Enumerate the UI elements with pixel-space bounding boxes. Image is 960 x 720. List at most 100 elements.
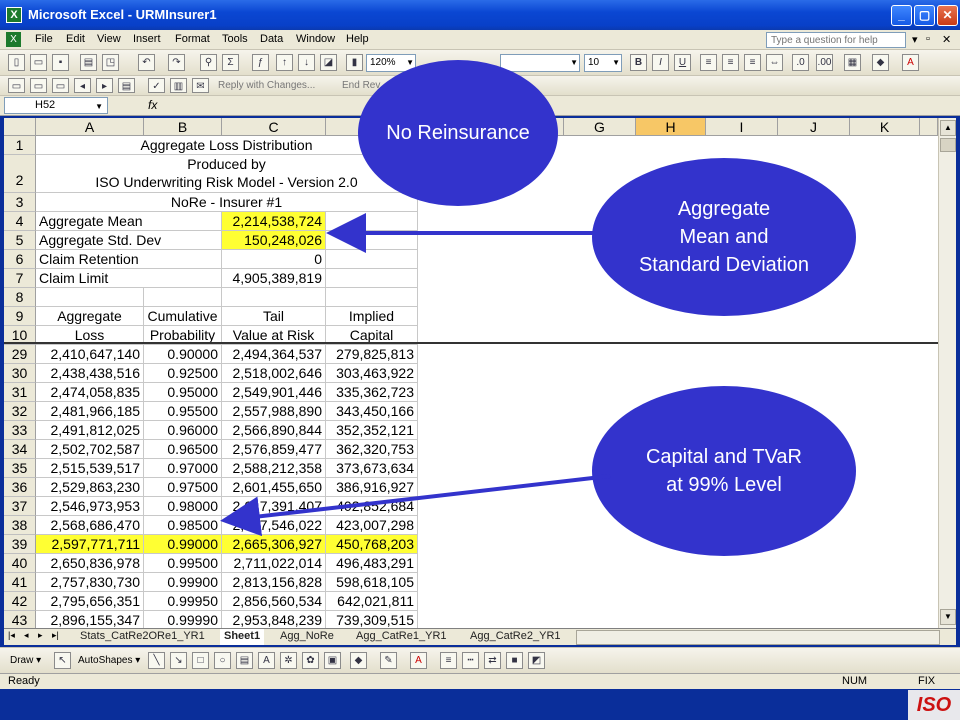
align-center-icon[interactable]: ≡ bbox=[722, 54, 739, 71]
reply-with-changes[interactable]: Reply with Changes... bbox=[218, 80, 315, 91]
implied-capital-cell[interactable]: 373,673,634 bbox=[326, 459, 418, 478]
diagram-icon[interactable]: ✲ bbox=[280, 652, 297, 669]
row-header[interactable]: 38 bbox=[4, 516, 36, 535]
empty-cell[interactable] bbox=[326, 250, 418, 269]
rectangle-icon[interactable]: □ bbox=[192, 652, 209, 669]
column-header[interactable]: A bbox=[36, 118, 144, 136]
cumulative-probability-cell[interactable]: 0.97000 bbox=[144, 459, 222, 478]
cumulative-probability-cell[interactable]: 0.90000 bbox=[144, 345, 222, 364]
previous-comment-icon[interactable]: ◂ bbox=[74, 78, 91, 93]
aggregate-std-dev-value[interactable]: 150,248,026 bbox=[222, 231, 326, 250]
select-all-corner[interactable] bbox=[4, 118, 36, 136]
menu-view[interactable]: View bbox=[97, 33, 121, 45]
row-header[interactable]: 33 bbox=[4, 421, 36, 440]
open-icon[interactable]: ▭ bbox=[30, 54, 47, 71]
row-header[interactable]: 9 bbox=[4, 307, 36, 326]
row-header[interactable]: 31 bbox=[4, 383, 36, 402]
menu-edit[interactable]: Edit bbox=[66, 33, 85, 45]
picture-icon[interactable]: ▣ bbox=[324, 652, 341, 669]
menu-data[interactable]: Data bbox=[260, 33, 283, 45]
cumulative-probability-cell[interactable]: 0.98500 bbox=[144, 516, 222, 535]
drawing-icon[interactable]: ◪ bbox=[320, 54, 337, 71]
implied-capital-cell[interactable]: 739,309,515 bbox=[326, 611, 418, 628]
row-header[interactable]: 8 bbox=[4, 288, 36, 307]
workbook-icon[interactable]: X bbox=[6, 32, 21, 47]
empty-cell[interactable] bbox=[326, 231, 418, 250]
font-size-select[interactable]: 10 ▼ bbox=[584, 54, 622, 72]
row-header[interactable]: 5 bbox=[4, 231, 36, 250]
menu-file[interactable]: File bbox=[35, 33, 53, 45]
claim-limit-label[interactable]: Claim Limit bbox=[36, 269, 222, 288]
tail-value-at-risk-cell[interactable]: 2,588,212,358 bbox=[222, 459, 326, 478]
cumulative-probability-cell[interactable]: 0.99000 bbox=[144, 535, 222, 554]
vertical-scrollbar[interactable]: ▲ ▼ bbox=[938, 118, 956, 628]
wordart-icon[interactable]: A bbox=[258, 652, 275, 669]
new-icon[interactable]: ▯ bbox=[8, 54, 25, 71]
tab-stats-catre2ore1-yr1[interactable]: Stats_CatRe2ORe1_YR1 bbox=[76, 629, 209, 645]
aggregate-loss-cell[interactable]: 2,757,830,730 bbox=[36, 573, 144, 592]
tail-value-at-risk-cell[interactable]: 2,637,546,022 bbox=[222, 516, 326, 535]
next-comment-icon[interactable]: ▸ bbox=[96, 78, 113, 93]
cumulative-probability-cell[interactable]: 0.99950 bbox=[144, 592, 222, 611]
send-icon[interactable]: ✉ bbox=[192, 78, 209, 93]
merge-center-icon[interactable]: ⇔ bbox=[766, 54, 783, 71]
aggregate-loss-cell[interactable]: 2,491,812,025 bbox=[36, 421, 144, 440]
aggregate-loss-cell[interactable]: 2,515,539,517 bbox=[36, 459, 144, 478]
cumulative-probability-cell[interactable]: 0.95500 bbox=[144, 402, 222, 421]
track-changes-icon[interactable]: ▥ bbox=[170, 78, 187, 93]
function-icon[interactable]: fx bbox=[148, 98, 157, 112]
column-header[interactable] bbox=[920, 118, 938, 136]
maximize-button[interactable]: ▢ bbox=[914, 5, 935, 26]
print-preview-icon[interactable]: ◳ bbox=[102, 54, 119, 71]
implied-capital-cell[interactable]: 335,362,723 bbox=[326, 383, 418, 402]
aggregate-loss-cell[interactable]: 2,896,155,347 bbox=[36, 611, 144, 628]
aggregate-loss-cell[interactable]: 2,546,973,953 bbox=[36, 497, 144, 516]
redo-icon[interactable]: ↷ bbox=[168, 54, 185, 71]
row-header[interactable]: 7 bbox=[4, 269, 36, 288]
select-pointer-icon[interactable]: ↖ bbox=[54, 652, 71, 669]
autoshapes-menu[interactable]: AutoShapes ▾ bbox=[78, 655, 140, 666]
implied-capital-cell[interactable]: 642,021,811 bbox=[326, 592, 418, 611]
font-color-icon[interactable]: A bbox=[902, 54, 919, 71]
row-header[interactable]: 34 bbox=[4, 440, 36, 459]
implied-capital-cell[interactable]: 303,463,922 bbox=[326, 364, 418, 383]
row-header[interactable]: 29 bbox=[4, 345, 36, 364]
tail-value-at-risk-cell[interactable]: 2,557,988,890 bbox=[222, 402, 326, 421]
show-comment-icon[interactable]: ▭ bbox=[52, 78, 69, 93]
decrease-decimal-icon[interactable]: .00 bbox=[816, 54, 833, 71]
empty-cell[interactable] bbox=[326, 288, 418, 307]
column-title-cumulative[interactable]: Cumulative bbox=[144, 307, 222, 326]
font-name-select[interactable]: ▼ bbox=[500, 54, 580, 72]
implied-capital-cell[interactable]: 423,007,298 bbox=[326, 516, 418, 535]
undo-icon[interactable]: ↶ bbox=[138, 54, 155, 71]
aggregate-loss-cell[interactable]: 2,568,686,470 bbox=[36, 516, 144, 535]
underline-icon[interactable]: U bbox=[674, 54, 691, 71]
row-header[interactable]: 4 bbox=[4, 212, 36, 231]
last-sheet-icon[interactable]: ▸| bbox=[52, 630, 59, 641]
aggregate-loss-cell[interactable]: 2,438,438,516 bbox=[36, 364, 144, 383]
column-header[interactable]: K bbox=[850, 118, 920, 136]
empty-cell[interactable] bbox=[144, 288, 222, 307]
row-header[interactable]: 43 bbox=[4, 611, 36, 628]
arrow-icon[interactable]: ↘ bbox=[170, 652, 187, 669]
menu-tools[interactable]: Tools bbox=[222, 33, 248, 45]
column-title-tail[interactable]: Tail bbox=[222, 307, 326, 326]
implied-capital-cell[interactable]: 352,352,121 bbox=[326, 421, 418, 440]
column-header-active[interactable]: H bbox=[636, 118, 706, 136]
doc-close-button[interactable]: ✕ bbox=[942, 33, 951, 46]
claim-retention-value[interactable]: 0 bbox=[222, 250, 326, 269]
aggregate-std-dev-label[interactable]: Aggregate Std. Dev bbox=[36, 231, 222, 250]
menu-help[interactable]: Help bbox=[346, 33, 369, 45]
aggregate-loss-cell[interactable]: 2,502,702,587 bbox=[36, 440, 144, 459]
align-right-icon[interactable]: ≡ bbox=[744, 54, 761, 71]
claim-limit-value[interactable]: 4,905,389,819 bbox=[222, 269, 326, 288]
menu-window[interactable]: Window bbox=[296, 33, 335, 45]
line-icon[interactable]: ╲ bbox=[148, 652, 165, 669]
implied-capital-cell[interactable]: 386,916,927 bbox=[326, 478, 418, 497]
column-title-aggregate[interactable]: Aggregate bbox=[36, 307, 144, 326]
aggregate-loss-cell[interactable]: 2,597,771,711 bbox=[36, 535, 144, 554]
row-header[interactable]: 41 bbox=[4, 573, 36, 592]
help-search-input[interactable] bbox=[766, 32, 906, 48]
tab-sheet1[interactable]: Sheet1 bbox=[220, 629, 265, 645]
hyperlink-icon[interactable]: ⚲ bbox=[200, 54, 217, 71]
